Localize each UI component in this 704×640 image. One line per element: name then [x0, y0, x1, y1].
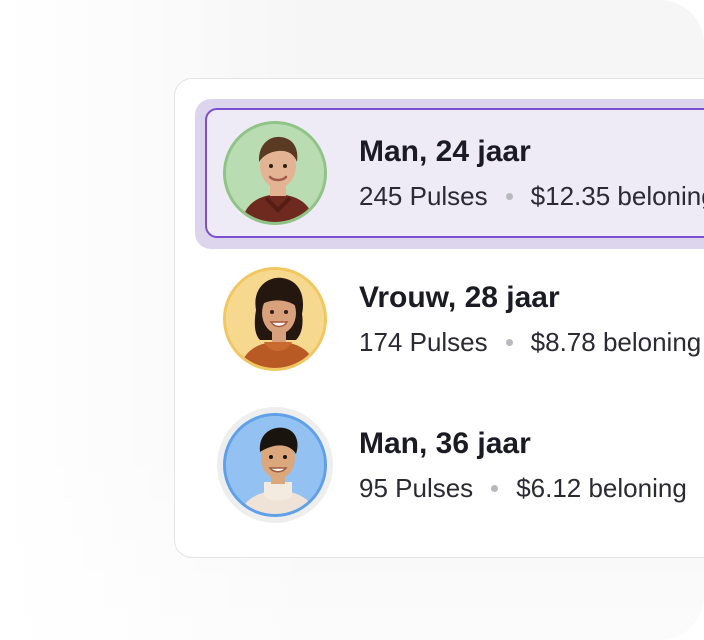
- respondent-meta: 174 Pulses $8.78 beloning: [359, 327, 701, 358]
- respondent-list-card: Man, 24 jaar 245 Pulses $12.35 beloning: [174, 78, 704, 558]
- person-icon: [226, 416, 324, 514]
- avatar-man-white-turtleneck: [223, 413, 327, 517]
- avatar-frame: [217, 407, 333, 523]
- respondent-row-3[interactable]: Man, 36 jaar 95 Pulses $6.12 beloning: [175, 403, 704, 533]
- respondent-meta: 245 Pulses $12.35 beloning: [359, 181, 704, 212]
- avatar-young-man-brown-sweater: [223, 121, 327, 225]
- avatar-frame: [223, 121, 339, 237]
- respondent-title: Man, 24 jaar: [359, 135, 531, 168]
- pulses-count: 174 Pulses: [359, 327, 488, 357]
- respondent-title: Vrouw, 28 jaar: [359, 281, 560, 314]
- respondent-title: Man, 36 jaar: [359, 427, 531, 460]
- respondent-row-2[interactable]: Vrouw, 28 jaar 174 Pulses $8.78 beloning: [175, 257, 704, 387]
- pulses-count: 245 Pulses: [359, 181, 488, 211]
- reward-amount: $12.35 beloning: [530, 181, 704, 211]
- reward-amount: $6.12 beloning: [516, 473, 687, 503]
- avatar-frame: [223, 267, 339, 383]
- respondent-meta: 95 Pulses $6.12 beloning: [359, 473, 687, 504]
- avatar-woman-orange-sweater: [223, 267, 327, 371]
- pulses-count: 95 Pulses: [359, 473, 474, 503]
- separator-dot: [491, 484, 499, 492]
- respondent-row-1[interactable]: Man, 24 jaar 245 Pulses $12.35 beloning: [175, 79, 704, 249]
- person-icon: [226, 270, 324, 368]
- reward-amount: $8.78 beloning: [530, 327, 702, 357]
- separator-dot: [505, 192, 513, 200]
- separator-dot: [505, 338, 513, 346]
- person-icon: [226, 124, 324, 222]
- stage: Man, 24 jaar 245 Pulses $12.35 beloning: [0, 0, 704, 640]
